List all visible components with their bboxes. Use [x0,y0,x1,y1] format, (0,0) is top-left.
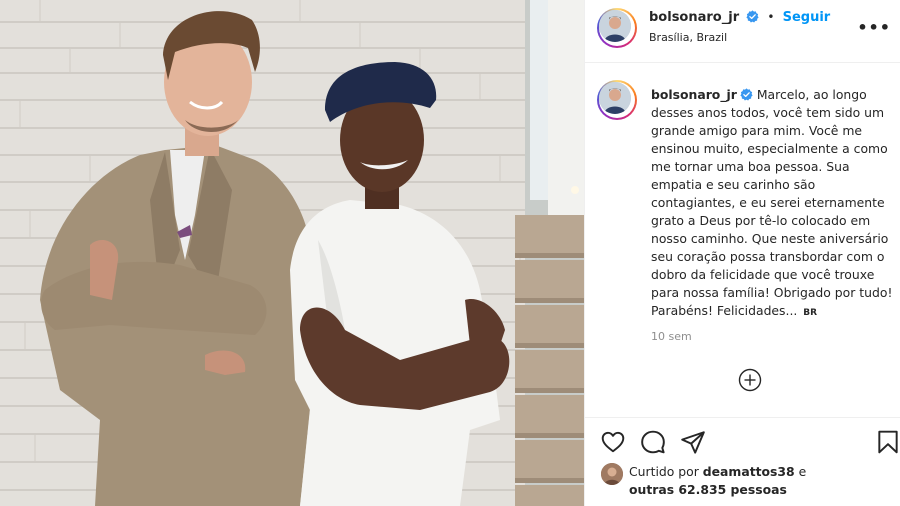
follow-button[interactable]: Seguir [783,10,831,25]
verified-badge-icon [746,10,759,23]
likes-summary: Curtido por deamattos38 e outras 62.835 … [629,463,889,499]
liked-by-username[interactable]: deamattos38 [703,464,795,479]
liker-avatar[interactable] [601,463,623,485]
post-header: bolsonaro_jr • Seguir Brasília, Brazil •… [585,0,900,63]
post-timestamp[interactable]: 10 sem [651,330,692,343]
likes-connector: e [798,464,807,479]
author-avatar-image [599,10,631,42]
author-avatar[interactable] [597,8,637,48]
plus-circle-icon[interactable] [738,368,762,392]
caption-author-avatar[interactable] [597,80,637,120]
verified-badge-icon [740,88,753,101]
header-user-line: bolsonaro_jr • Seguir [649,10,830,25]
liker-avatar-image [601,463,623,485]
likes-others-count[interactable]: outras 62.835 pessoas [629,482,787,497]
caption-username[interactable]: bolsonaro_jr [651,87,737,102]
share-icon[interactable] [680,429,706,455]
caption-text: bolsonaro_jr Marcelo, ao longo desses an… [651,86,893,322]
more-options-icon[interactable]: ••• [857,18,891,37]
heart-icon[interactable] [600,429,626,455]
caption-avatar-image [599,82,631,114]
post-side-panel: bolsonaro_jr • Seguir Brasília, Brazil •… [584,0,900,506]
post-photo-image [0,0,584,506]
bookmark-icon[interactable] [875,429,900,455]
post-actions: Curtido por deamattos38 e outras 62.835 … [585,417,900,506]
post-location[interactable]: Brasília, Brazil [649,31,727,44]
author-username[interactable]: bolsonaro_jr [649,10,739,25]
translate-badge[interactable]: BR [803,308,817,318]
comment-icon[interactable] [640,429,666,455]
caption-body: Marcelo, ao longo desses anos todos, voc… [651,87,893,318]
header-separator: • [767,10,775,24]
likes-prefix: Curtido por [629,464,699,479]
post-photo[interactable] [0,0,584,506]
